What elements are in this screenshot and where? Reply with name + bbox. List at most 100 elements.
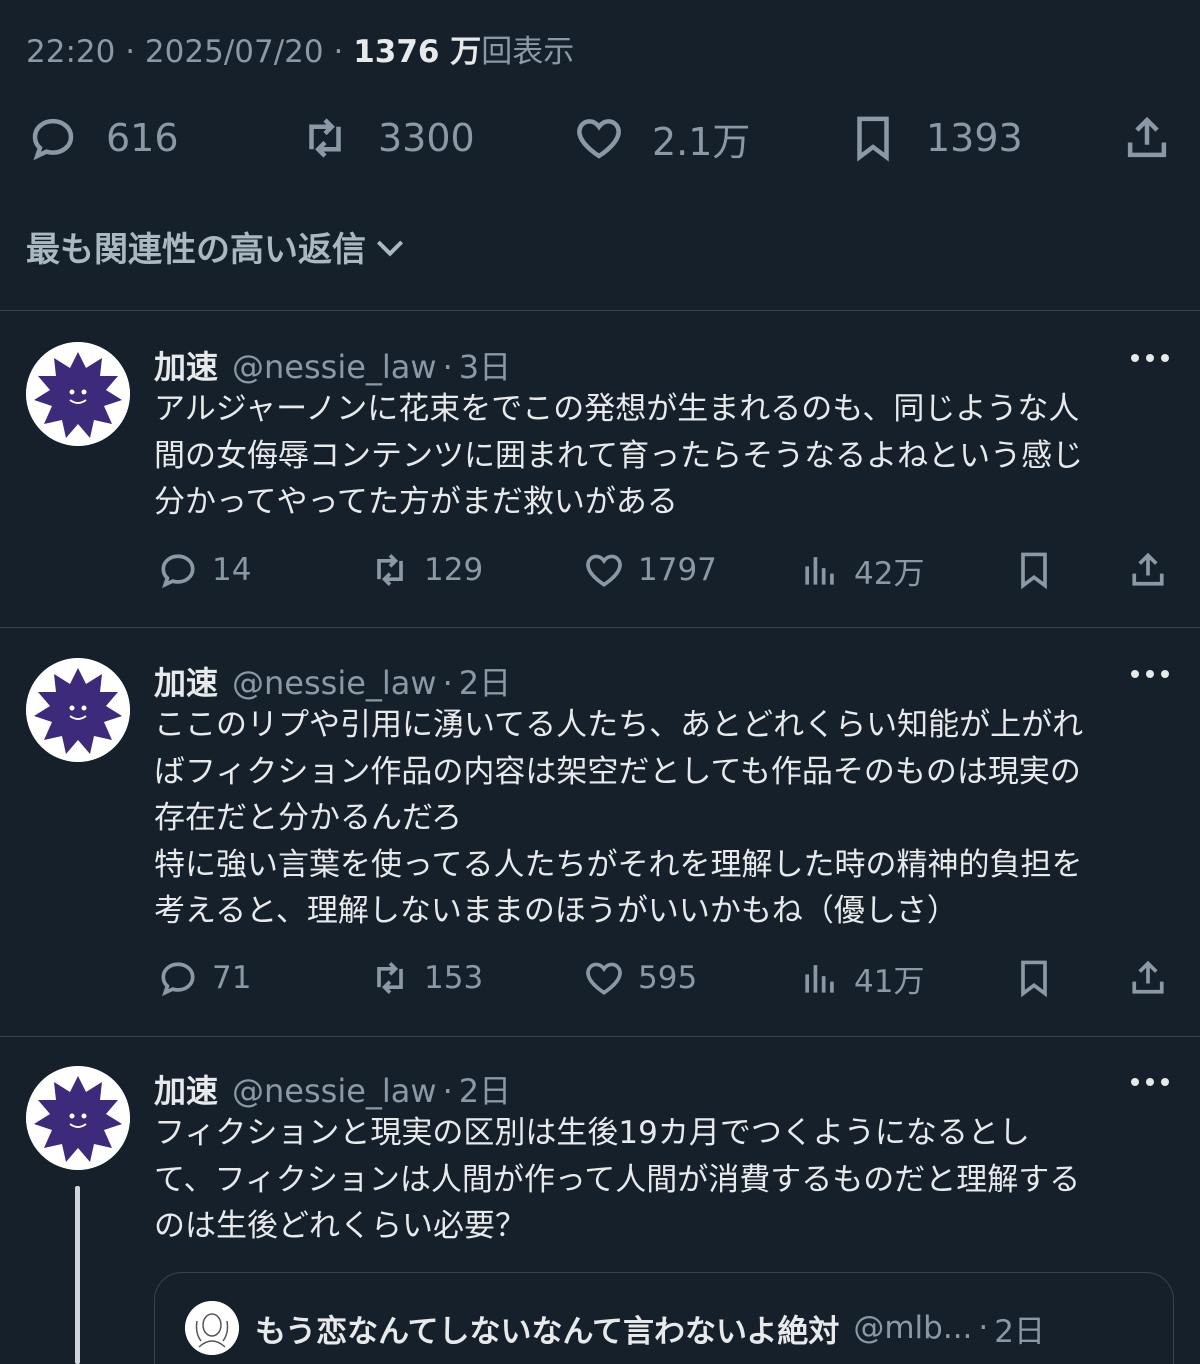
header-separator: · bbox=[978, 1310, 989, 1346]
divider bbox=[0, 1036, 1200, 1037]
header-separator: · bbox=[442, 348, 453, 386]
retweet-icon bbox=[309, 118, 341, 158]
user-handle[interactable]: @nessie_law bbox=[232, 348, 437, 386]
replies-sort-label: 最も関連性の高い返信 bbox=[26, 230, 366, 270]
quoted-timestamp[interactable]: 2日 bbox=[994, 1306, 1045, 1351]
tweet-detail-page: 22:20 · 2025/07/20 · 1376 万回表示 616 3300 … bbox=[0, 0, 1200, 1364]
user-handle[interactable]: @nessie_law bbox=[232, 1072, 437, 1110]
avatar-blob-image bbox=[26, 1066, 130, 1170]
views-button[interactable]: 41万 bbox=[798, 956, 924, 1000]
like-count: 595 bbox=[638, 960, 698, 996]
reply-button[interactable]: 14 bbox=[156, 548, 251, 592]
more-dots-icon[interactable] bbox=[1128, 1072, 1172, 1092]
quoted-tweet-header: もう恋なんてしないなんて言わないよ絶対 @mlb... · 2日 bbox=[185, 1301, 1045, 1355]
reply-count: 14 bbox=[212, 552, 252, 588]
bookmark-icon bbox=[857, 116, 889, 162]
like-button[interactable]: 1797 bbox=[582, 548, 717, 592]
share-icon bbox=[1132, 552, 1164, 586]
retweet-icon bbox=[377, 554, 403, 586]
divider bbox=[0, 627, 1200, 628]
avatar[interactable] bbox=[26, 342, 130, 446]
views-count: 42万 bbox=[854, 555, 925, 592]
reply-header: 加速 @nessie_law · 2日 bbox=[154, 1066, 511, 1112]
retweet-count: 3300 bbox=[378, 116, 475, 160]
quoted-avatar[interactable] bbox=[185, 1301, 239, 1355]
share-button[interactable] bbox=[1120, 108, 1174, 168]
share-icon bbox=[1127, 116, 1167, 158]
views-button[interactable]: 42万 bbox=[798, 548, 924, 592]
avatar-blob-image bbox=[26, 658, 130, 762]
display-name[interactable]: 加速 bbox=[154, 658, 218, 704]
more-dots-icon[interactable] bbox=[1128, 348, 1172, 368]
reply-header: 加速 @nessie_law · 3日 bbox=[154, 342, 511, 388]
meta-separator: · bbox=[333, 34, 344, 70]
share-button[interactable] bbox=[1126, 548, 1170, 592]
like-count: 1797 bbox=[638, 552, 717, 588]
meta-separator: · bbox=[125, 34, 136, 70]
reply-button[interactable]: 616 bbox=[26, 108, 179, 168]
divider bbox=[0, 310, 1200, 311]
heart-icon bbox=[586, 962, 622, 995]
reply-tweet[interactable]: 加速 @nessie_law · 3日 アルジャーノンに花束をでこの発想が生まれ… bbox=[0, 342, 1200, 622]
reply-button[interactable]: 71 bbox=[156, 956, 251, 1000]
bookmark-button[interactable] bbox=[1012, 956, 1056, 1000]
tweet-meta: 22:20 · 2025/07/20 · 1376 万回表示 bbox=[26, 26, 574, 71]
like-button[interactable]: 2.1万 bbox=[572, 108, 750, 168]
tweet-date: 2025/07/20 bbox=[144, 34, 324, 70]
retweet-button[interactable]: 129 bbox=[368, 548, 483, 592]
tweet-time: 22:20 bbox=[26, 34, 116, 70]
reply-action-bar: 71 153 595 41万 bbox=[0, 956, 1200, 1000]
reply-timestamp[interactable]: 2日 bbox=[459, 1066, 511, 1112]
chevron-down-icon bbox=[376, 240, 404, 256]
reply-text: フィクションと現実の区別は生後19カ月でつくようになるとし て、フィクションは人… bbox=[154, 1115, 1081, 1244]
avatar[interactable] bbox=[26, 658, 130, 762]
display-name[interactable]: 加速 bbox=[154, 342, 218, 388]
display-name[interactable]: 加速 bbox=[154, 1066, 218, 1112]
retweet-button[interactable]: 3300 bbox=[298, 108, 475, 168]
bookmark-count: 1393 bbox=[926, 116, 1023, 160]
speech-bubble-icon bbox=[32, 118, 74, 161]
quoted-tweet-card[interactable]: もう恋なんてしないなんて言わないよ絶対 @mlb... · 2日 bbox=[154, 1272, 1174, 1364]
heart-icon bbox=[586, 554, 622, 587]
reply-timestamp[interactable]: 2日 bbox=[459, 658, 511, 704]
speech-bubble-icon bbox=[161, 962, 195, 997]
thread-connector-line bbox=[75, 1186, 80, 1364]
tweet-action-bar: 616 3300 2.1万 1393 bbox=[0, 108, 1200, 168]
bookmark-button[interactable]: 1393 bbox=[846, 108, 1023, 168]
heart-icon bbox=[577, 119, 621, 159]
avatar-blob-image bbox=[26, 342, 130, 446]
views-count: 41万 bbox=[854, 963, 925, 1000]
retweet-count: 153 bbox=[424, 960, 484, 996]
bar-chart-icon bbox=[805, 557, 834, 585]
bookmark-icon bbox=[1021, 960, 1047, 998]
reply-text: アルジャーノンに花束をでこの発想が生まれるのも、同じような人 間の女侮辱コンテン… bbox=[154, 391, 1084, 520]
quoted-display-name[interactable]: もう恋なんてしないなんて言わないよ絶対 bbox=[255, 1306, 839, 1351]
quoted-user-handle[interactable]: @mlb... bbox=[853, 1310, 972, 1346]
bar-chart-icon bbox=[805, 965, 834, 993]
views-count: 1376 万 bbox=[353, 34, 482, 70]
replies-sort-dropdown[interactable]: 最も関連性の高い返信 bbox=[26, 222, 410, 271]
quoted-avatar-image bbox=[185, 1301, 239, 1355]
reply-header: 加速 @nessie_law · 2日 bbox=[154, 658, 511, 704]
bookmark-button[interactable] bbox=[1012, 548, 1056, 592]
header-separator: · bbox=[442, 1072, 453, 1110]
user-handle[interactable]: @nessie_law bbox=[232, 664, 437, 702]
reply-tweet[interactable]: 加速 @nessie_law · 2日 ここのリプや引用に湧いてる人たち、あとど… bbox=[0, 658, 1200, 1028]
reply-count: 616 bbox=[106, 116, 179, 160]
reply-timestamp[interactable]: 3日 bbox=[459, 342, 511, 388]
avatar[interactable] bbox=[26, 1066, 130, 1170]
reply-action-bar: 14 129 1797 42万 bbox=[0, 548, 1200, 592]
more-dots-icon[interactable] bbox=[1128, 664, 1172, 684]
reply-count: 71 bbox=[212, 960, 252, 996]
reply-text: ここのリプや引用に湧いてる人たち、あとどれくらい知能が上がれ ばフィクション作品… bbox=[154, 707, 1084, 929]
retweet-button[interactable]: 153 bbox=[368, 956, 483, 1000]
header-separator: · bbox=[442, 664, 453, 702]
views-label: 回表示 bbox=[481, 34, 575, 70]
retweet-icon bbox=[377, 962, 403, 994]
share-button[interactable] bbox=[1126, 956, 1170, 1000]
like-button[interactable]: 595 bbox=[582, 956, 697, 1000]
share-icon bbox=[1132, 960, 1164, 994]
retweet-count: 129 bbox=[424, 552, 484, 588]
like-count: 2.1万 bbox=[652, 119, 751, 164]
speech-bubble-icon bbox=[161, 554, 195, 589]
